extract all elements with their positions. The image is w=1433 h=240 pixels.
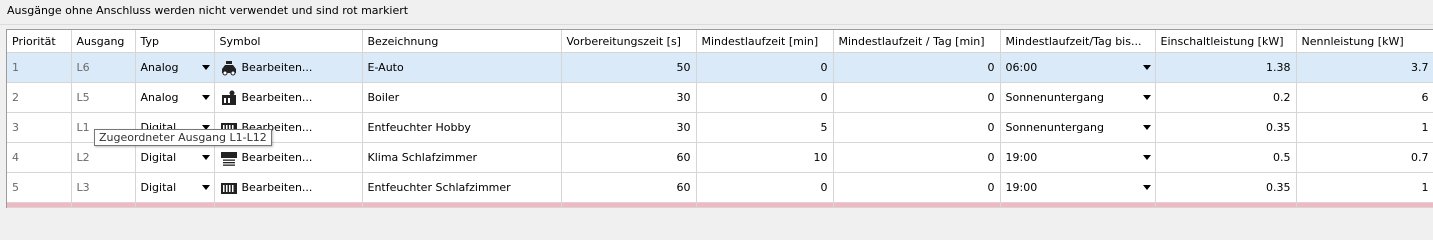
table-row[interactable]: 1 L6 Analog Bearbeiten... E-Auto 50 0 0 …	[7, 52, 1433, 83]
cell-mindestlaufzeit[interactable]: 0	[696, 52, 834, 83]
chevron-down-icon	[1142, 124, 1151, 130]
cell-mindestlaufzeit[interactable]: 5	[696, 112, 834, 143]
chevron-down-icon	[201, 94, 210, 100]
chevron-down-icon	[1142, 64, 1151, 70]
cell-vorbereitungszeit[interactable]: 60	[561, 172, 697, 203]
cell-bezeichnung[interactable]: Klima Schlafzimmer	[362, 142, 562, 173]
cell-vorbereitungszeit[interactable]: 30	[561, 112, 697, 143]
cell-ausgang[interactable]: L3	[71, 172, 136, 203]
cell-ausgang[interactable]: L2	[71, 142, 136, 173]
air-conditioner-icon	[220, 150, 238, 166]
ausgang-tooltip: Zugeordneter Ausgang L1-L12	[94, 129, 272, 146]
cell-mindestlaufzeit-tag[interactable]: 0	[833, 142, 1001, 173]
dehumidifier-icon	[220, 180, 238, 196]
bis-dropdown[interactable]: Sonnenuntergang	[1000, 112, 1156, 143]
edit-symbol-link[interactable]: Bearbeiten...	[242, 61, 313, 74]
cell-mindestlaufzeit[interactable]: 0	[696, 82, 834, 113]
cell-symbol[interactable]: Bearbeiten...	[214, 172, 363, 203]
edit-symbol-link[interactable]: Bearbeiten...	[242, 91, 313, 104]
cell-ausgang[interactable]: L6	[71, 52, 136, 83]
header-vorbereitungszeit[interactable]: Vorbereitungszeit [s]	[561, 30, 697, 53]
typ-dropdown[interactable]: Analog	[135, 52, 215, 83]
unconnected-output-row[interactable]	[7, 202, 1433, 208]
car-icon	[220, 60, 238, 76]
edit-symbol-link[interactable]: Bearbeiten...	[242, 181, 313, 194]
header-mindestlaufzeit-tag[interactable]: Mindestlaufzeit / Tag [min]	[833, 30, 1001, 53]
cell-einschaltleistung[interactable]: 0.35	[1155, 172, 1297, 203]
bis-dropdown[interactable]: 19:00	[1000, 142, 1156, 173]
cell-vorbereitungszeit[interactable]: 50	[561, 52, 697, 83]
cell-einschaltleistung[interactable]: 1.38	[1155, 52, 1297, 83]
cell-einschaltleistung[interactable]: 0.2	[1155, 82, 1297, 113]
typ-dropdown[interactable]: Analog	[135, 82, 215, 113]
bis-dropdown[interactable]: Sonnenuntergang	[1000, 82, 1156, 113]
bis-dropdown[interactable]: 06:00	[1000, 52, 1156, 83]
bis-dropdown[interactable]: 19:00	[1000, 172, 1156, 203]
cell-nennleistung[interactable]: 6	[1296, 82, 1433, 113]
chevron-down-icon	[201, 184, 210, 190]
cell-mindestlaufzeit-tag[interactable]: 0	[833, 52, 1001, 83]
header-nennleistung[interactable]: Nennleistung [kW]	[1296, 30, 1433, 53]
cell-prioritaet: 1	[7, 52, 72, 83]
cell-nennleistung[interactable]: 1	[1296, 172, 1433, 203]
header-typ[interactable]: Typ	[135, 30, 215, 53]
chevron-down-icon	[1142, 184, 1151, 190]
divider	[0, 24, 1433, 25]
table-row[interactable]: 5 L3 Digital Bearbeiten... Entfeuchter S…	[7, 172, 1433, 203]
cell-ausgang[interactable]: L5	[71, 82, 136, 113]
cell-nennleistung[interactable]: 0.7	[1296, 142, 1433, 173]
header-symbol[interactable]: Symbol	[214, 30, 363, 53]
cell-prioritaet: 5	[7, 172, 72, 203]
header-einschaltleistung[interactable]: Einschaltleistung [kW]	[1155, 30, 1297, 53]
header-mindestlaufzeit[interactable]: Mindestlaufzeit [min]	[696, 30, 834, 53]
cell-mindestlaufzeit-tag[interactable]: 0	[833, 172, 1001, 203]
cell-einschaltleistung[interactable]: 0.35	[1155, 112, 1297, 143]
cell-einschaltleistung[interactable]: 0.5	[1155, 142, 1297, 173]
cell-nennleistung[interactable]: 1	[1296, 112, 1433, 143]
cell-mindestlaufzeit-tag[interactable]: 0	[833, 82, 1001, 113]
cell-symbol[interactable]: Bearbeiten...	[214, 52, 363, 83]
table-row[interactable]: 2 L5 Analog Bearbeiten... Boiler 30 0 0 …	[7, 82, 1433, 113]
cell-nennleistung[interactable]: 3.7	[1296, 52, 1433, 83]
cell-prioritaet: 3	[7, 112, 72, 143]
table-row[interactable]: 4 L2 Digital Bearbeiten... Klima Schlafz…	[7, 142, 1433, 173]
edit-symbol-link[interactable]: Bearbeiten...	[242, 151, 313, 164]
cell-vorbereitungszeit[interactable]: 30	[561, 82, 697, 113]
header-bezeichnung[interactable]: Bezeichnung	[362, 30, 562, 53]
cell-bezeichnung[interactable]: Entfeuchter Hobby	[362, 112, 562, 143]
cell-symbol[interactable]: Bearbeiten...	[214, 142, 363, 173]
header-mindestlaufzeit-tag-bis[interactable]: Mindestlaufzeit/Tag bis...	[1000, 30, 1156, 53]
cell-bezeichnung[interactable]: E-Auto	[362, 52, 562, 83]
cell-vorbereitungszeit[interactable]: 60	[561, 142, 697, 173]
cell-symbol[interactable]: Bearbeiten...	[214, 82, 363, 113]
cell-mindestlaufzeit-tag[interactable]: 0	[833, 112, 1001, 143]
header-prioritaet[interactable]: Priorität	[7, 30, 72, 53]
chevron-down-icon	[1142, 94, 1151, 100]
cell-prioritaet: 2	[7, 82, 72, 113]
header-ausgang[interactable]: Ausgang	[71, 30, 136, 53]
cell-mindestlaufzeit[interactable]: 10	[696, 142, 834, 173]
unused-outputs-notice: Ausgänge ohne Anschluss werden nicht ver…	[7, 4, 409, 17]
outputs-grid: Priorität Ausgang Typ Symbol Bezeichnung…	[6, 29, 1433, 208]
chevron-down-icon	[201, 64, 210, 70]
cell-bezeichnung[interactable]: Entfeuchter Schlafzimmer	[362, 172, 562, 203]
boiler-icon	[220, 90, 238, 106]
typ-dropdown[interactable]: Digital	[135, 142, 215, 173]
chevron-down-icon	[201, 154, 210, 160]
typ-dropdown[interactable]: Digital	[135, 172, 215, 203]
cell-mindestlaufzeit[interactable]: 0	[696, 172, 834, 203]
cell-prioritaet: 4	[7, 142, 72, 173]
chevron-down-icon	[1142, 154, 1151, 160]
header-row: Priorität Ausgang Typ Symbol Bezeichnung…	[7, 30, 1433, 53]
cell-bezeichnung[interactable]: Boiler	[362, 82, 562, 113]
